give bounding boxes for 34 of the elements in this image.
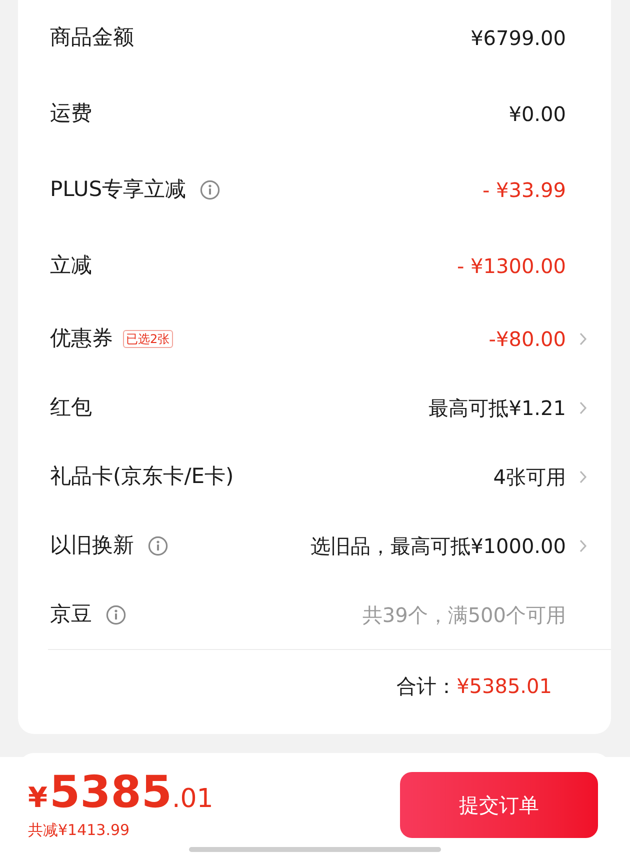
coupon-tag: 已选2张 xyxy=(123,330,173,348)
chevron-icon[interactable] xyxy=(579,538,587,552)
info-icon[interactable] xyxy=(148,536,168,556)
row-label: 以旧换新 xyxy=(50,532,134,559)
submit-order-button[interactable]: 提交订单 xyxy=(400,772,598,838)
total-label: 合计： xyxy=(396,673,457,700)
chevron-icon[interactable] xyxy=(579,332,587,346)
row-value: 4张可用 xyxy=(493,464,566,490)
row-label: PLUS专享立减 xyxy=(50,176,186,204)
row-label: 京豆 xyxy=(50,600,92,628)
row-value: - ¥1300.00 xyxy=(456,253,566,280)
row-label: 商品金额 xyxy=(50,24,134,52)
home-indicator[interactable] xyxy=(189,847,441,852)
chevron-icon[interactable] xyxy=(579,400,587,414)
row-value: -¥80.00 xyxy=(488,326,566,352)
total-value: ¥5385.01 xyxy=(456,673,552,700)
row-value: 选旧品，最高可抵¥1000.00 xyxy=(310,532,566,560)
row-label: 立减 xyxy=(50,252,92,280)
price-decimal: .01 xyxy=(172,782,214,816)
row-value: 共39个，满500个可用 xyxy=(362,602,566,628)
row-value: - ¥33.99 xyxy=(482,177,566,204)
info-icon[interactable] xyxy=(106,604,126,624)
currency-symbol: ¥ xyxy=(28,780,48,816)
row-value: 最高可抵¥1.21 xyxy=(428,394,566,422)
row-value: ¥6799.00 xyxy=(470,25,566,52)
price-integer: 5385 xyxy=(49,768,172,817)
chevron-icon[interactable] xyxy=(579,470,587,484)
savings-text: 共减¥1413.99 xyxy=(28,820,131,841)
row-label: 红包 xyxy=(50,394,92,421)
row-label: 礼品卡(京东卡/E卡) xyxy=(50,462,234,490)
row-value: ¥0.00 xyxy=(508,101,566,128)
info-icon[interactable] xyxy=(200,180,220,200)
row-label: 优惠券 xyxy=(50,324,113,352)
row-label: 运费 xyxy=(50,100,92,128)
